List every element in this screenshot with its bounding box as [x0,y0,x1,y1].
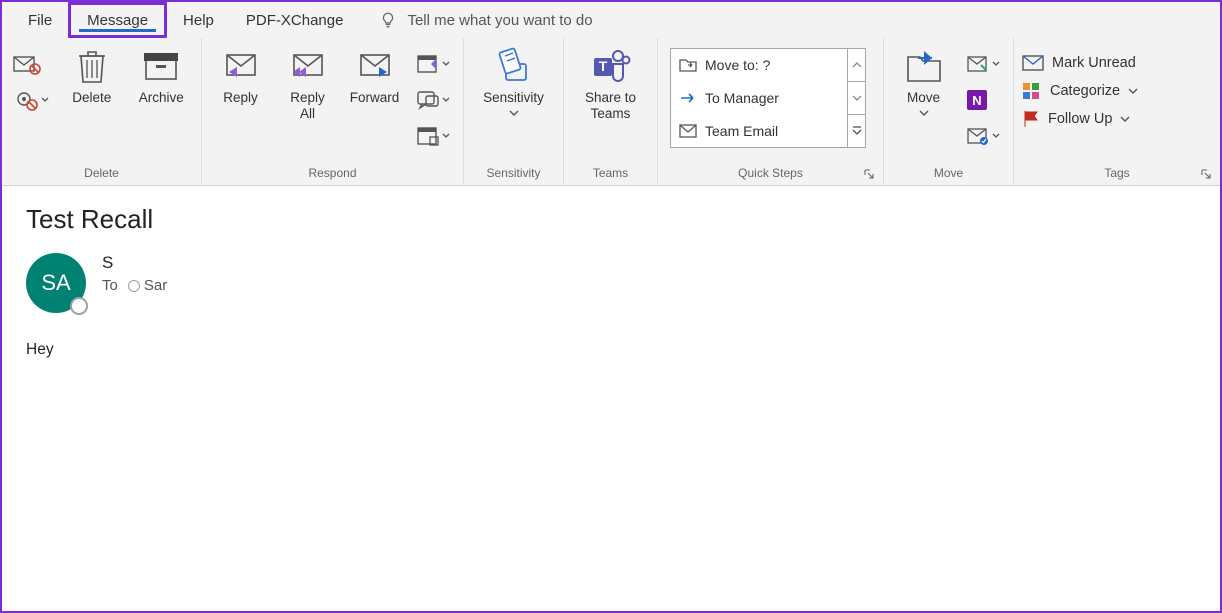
group-teams-label: Teams [572,166,649,183]
tell-me-search[interactable]: Tell me what you want to do [379,11,592,29]
mark-unread-button[interactable]: Mark Unread [1022,54,1138,72]
categorize-icon [1022,82,1042,100]
envelope-icon [679,123,697,139]
svg-text:N: N [972,93,981,108]
group-quick-steps: Move to: ? To Manager Team Email [658,38,884,185]
group-teams: T Share to Teams Teams [564,38,658,185]
recipient-name: Sar [144,277,167,294]
follow-up-button[interactable]: Follow Up [1022,110,1138,128]
more-respond-button[interactable] [411,122,455,150]
message-header: SA S To Sar [26,253,1196,313]
gallery-scroll-down[interactable] [848,82,865,115]
sender-avatar[interactable]: SA [26,253,86,313]
arrow-right-icon [679,90,697,106]
group-sensitivity: Sensitivity Sensitivity [464,38,564,185]
qs-item-label: To Manager [705,90,779,106]
forward-label: Forward [350,90,400,106]
recipients-line: To Sar [102,277,167,294]
teams-label: Share to Teams [585,90,636,121]
chevron-down-icon [1120,114,1130,124]
tab-pdf-xchange[interactable]: PDF-XChange [230,2,360,38]
archive-button[interactable]: Archive [130,46,194,106]
to-label: To [102,277,118,294]
categorize-button[interactable]: Categorize [1022,82,1138,100]
group-delete: Delete Archive Delete [2,38,202,185]
group-move-label: Move [892,166,1005,183]
forward-button[interactable]: Forward [344,46,405,106]
quick-step-team-email[interactable]: Team Email [671,114,847,147]
recipient-presence-icon [128,280,140,292]
message-pane: Test Recall SA S To Sar Hey [2,186,1220,377]
group-sensitivity-label: Sensitivity [472,166,555,183]
message-subject: Test Recall [26,204,1196,235]
chevron-down-icon [919,108,929,118]
quick-step-move-to[interactable]: Move to: ? [671,49,847,82]
tell-me-placeholder: Tell me what you want to do [407,12,592,29]
mark-unread-icon [1022,54,1044,72]
sender-name: S [102,253,167,273]
group-respond: Reply Reply All Forward Respond [202,38,464,185]
qs-item-label: Team Email [705,123,778,139]
rules-button[interactable] [961,50,1005,78]
move-button[interactable]: Move [892,46,955,118]
reply-all-icon [288,49,328,83]
im-reply-button[interactable] [411,86,455,114]
group-tags: Mark Unread Categorize Follow Up Tags [1014,38,1220,185]
meeting-reply-button[interactable] [411,50,455,78]
reply-all-button[interactable]: Reply All [277,46,338,121]
archive-label: Archive [139,90,184,106]
ignore-button[interactable] [10,50,44,78]
group-quick-steps-label: Quick Steps [666,166,875,183]
delete-button[interactable]: Delete [60,46,124,106]
chevron-down-icon [1128,86,1138,96]
sensitivity-button[interactable]: Sensitivity [472,46,555,118]
message-body: Hey [26,341,1196,359]
mark-unread-label: Mark Unread [1052,55,1136,71]
gallery-scroll-up[interactable] [848,49,865,82]
qs-item-label: Move to: ? [705,57,770,73]
move-to-folder-icon [679,57,697,73]
avatar-initials: SA [41,270,70,296]
reply-icon [221,49,261,83]
quick-steps-gallery: Move to: ? To Manager Team Email [670,48,866,148]
group-delete-label: Delete [10,166,193,183]
categorize-label: Categorize [1050,83,1120,99]
group-move: Move N Move [884,38,1014,185]
trash-icon [75,46,109,86]
lightbulb-icon [379,11,397,29]
quick-step-to-manager[interactable]: To Manager [671,82,847,115]
move-label: Move [907,90,940,106]
reply-all-label: Reply All [290,90,325,121]
flag-icon [1022,110,1040,128]
onenote-button[interactable]: N [961,86,995,114]
gallery-expand[interactable] [848,115,865,147]
sensitivity-icon [496,46,532,86]
presence-indicator [70,297,88,315]
junk-dropdown[interactable] [10,86,54,114]
share-to-teams-button[interactable]: T Share to Teams [572,46,649,121]
archive-icon [142,47,180,85]
follow-up-label: Follow Up [1048,111,1112,127]
dialog-launcher-icon[interactable] [1200,168,1212,180]
reply-label: Reply [223,90,258,106]
svg-text:T: T [598,58,607,74]
reply-button[interactable]: Reply [210,46,271,106]
tab-help[interactable]: Help [167,2,230,38]
sensitivity-label: Sensitivity [483,90,544,106]
delete-label: Delete [72,90,111,106]
ribbon-tabs: File Message Help PDF-XChange Tell me wh… [2,2,1220,38]
tab-file[interactable]: File [12,2,68,38]
tab-message[interactable]: Message [68,2,167,38]
chevron-down-icon [509,108,519,118]
actions-button[interactable] [961,122,1005,150]
group-respond-label: Respond [210,166,455,183]
group-tags-label: Tags [1022,166,1212,183]
ribbon: Delete Archive Delete Reply Reply All [2,38,1220,186]
dialog-launcher-icon[interactable] [863,168,875,180]
move-folder-icon [904,47,944,85]
forward-icon [355,49,395,83]
teams-icon: T [591,46,631,86]
